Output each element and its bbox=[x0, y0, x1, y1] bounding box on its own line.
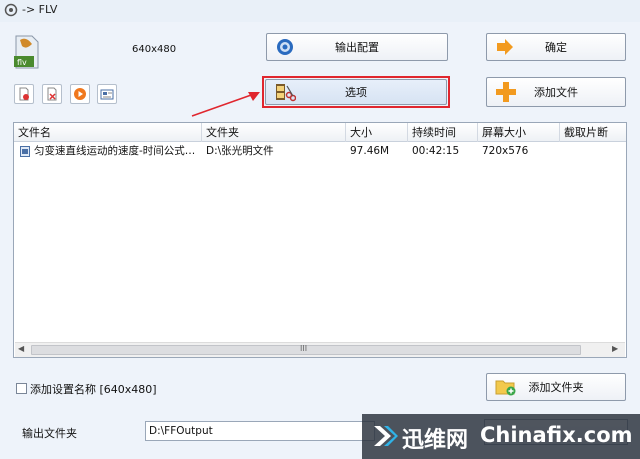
app-icon bbox=[4, 3, 18, 17]
folder-add-icon bbox=[495, 380, 516, 396]
output-folder-input[interactable]: D:\FFOutput bbox=[145, 421, 375, 441]
window-title: -> FLV bbox=[22, 3, 58, 16]
profile-resolution: 640x480 bbox=[132, 44, 177, 55]
remove-file-tool[interactable] bbox=[14, 84, 34, 104]
horizontal-scrollbar[interactable]: ◀ III ▶ bbox=[15, 342, 625, 357]
add-file-label: 添加文件 bbox=[534, 86, 578, 99]
output-config-button[interactable]: 输出配置 bbox=[266, 33, 448, 61]
column-header-size[interactable]: 大小 bbox=[346, 123, 408, 142]
scroll-grip: III bbox=[300, 344, 308, 353]
cell-screen-size: 720x576 bbox=[482, 145, 529, 157]
cell-size: 97.46M bbox=[350, 145, 390, 157]
options-highlight-box bbox=[262, 76, 450, 108]
column-header-clip[interactable]: 截取片断 bbox=[560, 123, 626, 142]
arrow-right-icon bbox=[497, 39, 513, 55]
column-header-screen-size[interactable]: 屏幕大小 bbox=[478, 123, 560, 142]
list-header: 文件名 文件夹 大小 持续时间 屏幕大小 截取片断 bbox=[14, 123, 626, 142]
column-header-duration[interactable]: 持续时间 bbox=[408, 123, 478, 142]
scroll-right-icon[interactable]: ▶ bbox=[612, 344, 618, 353]
watermark: 迅维网 Chinafix.com bbox=[362, 414, 640, 459]
add-folder-label: 添加文件夹 bbox=[528, 381, 584, 394]
output-config-label: 输出配置 bbox=[335, 41, 379, 54]
red-arrow-annotation bbox=[191, 92, 260, 117]
svg-text:flv: flv bbox=[17, 58, 27, 67]
add-file-button[interactable]: 添加文件 bbox=[486, 77, 626, 107]
info-card-icon bbox=[100, 89, 114, 100]
title-bar: -> FLV bbox=[0, 0, 640, 22]
media-info-tool[interactable] bbox=[97, 84, 117, 104]
clear-list-tool[interactable] bbox=[42, 84, 62, 104]
play-icon bbox=[74, 88, 86, 100]
watermark-en-text: Chinafix.com bbox=[480, 423, 633, 447]
output-folder-label: 输出文件夹 bbox=[22, 427, 77, 440]
file-remove-icon bbox=[19, 87, 29, 101]
plus-icon bbox=[496, 82, 516, 102]
add-setting-name-label: 添加设置名称 [640x480] bbox=[30, 383, 157, 396]
scrollbar-thumb[interactable]: III bbox=[31, 344, 581, 355]
play-tool[interactable] bbox=[70, 84, 90, 104]
add-folder-button[interactable]: 添加文件夹 bbox=[486, 373, 626, 401]
column-header-folder[interactable]: 文件夹 bbox=[202, 123, 346, 142]
cell-duration: 00:42:15 bbox=[412, 145, 460, 157]
file-list[interactable]: 文件名 文件夹 大小 持续时间 屏幕大小 截取片断 匀变速直线运动的速度-时间公… bbox=[13, 122, 627, 358]
flv-format-icon: flv bbox=[14, 35, 39, 69]
cell-clip bbox=[560, 143, 626, 160]
column-header-filename[interactable]: 文件名 bbox=[14, 123, 202, 142]
chinafix-logo-icon bbox=[374, 426, 398, 446]
scroll-left-icon[interactable]: ◀ bbox=[18, 344, 24, 353]
add-setting-name-checkbox[interactable] bbox=[16, 383, 27, 394]
cell-filename: 匀变速直线运动的速度-时间公式… bbox=[34, 145, 196, 157]
ok-button[interactable]: 确定 bbox=[486, 33, 626, 61]
watermark-cn-text: 迅维网 bbox=[402, 428, 469, 453]
file-delete-icon bbox=[47, 87, 57, 101]
table-row[interactable]: 匀变速直线运动的速度-时间公式… D:\张光明文件 97.46M 00:42:1… bbox=[14, 143, 626, 160]
ok-label: 确定 bbox=[545, 41, 567, 54]
cell-folder: D:\张光明文件 bbox=[206, 145, 274, 157]
video-file-icon bbox=[20, 146, 30, 157]
gear-icon bbox=[277, 39, 293, 55]
